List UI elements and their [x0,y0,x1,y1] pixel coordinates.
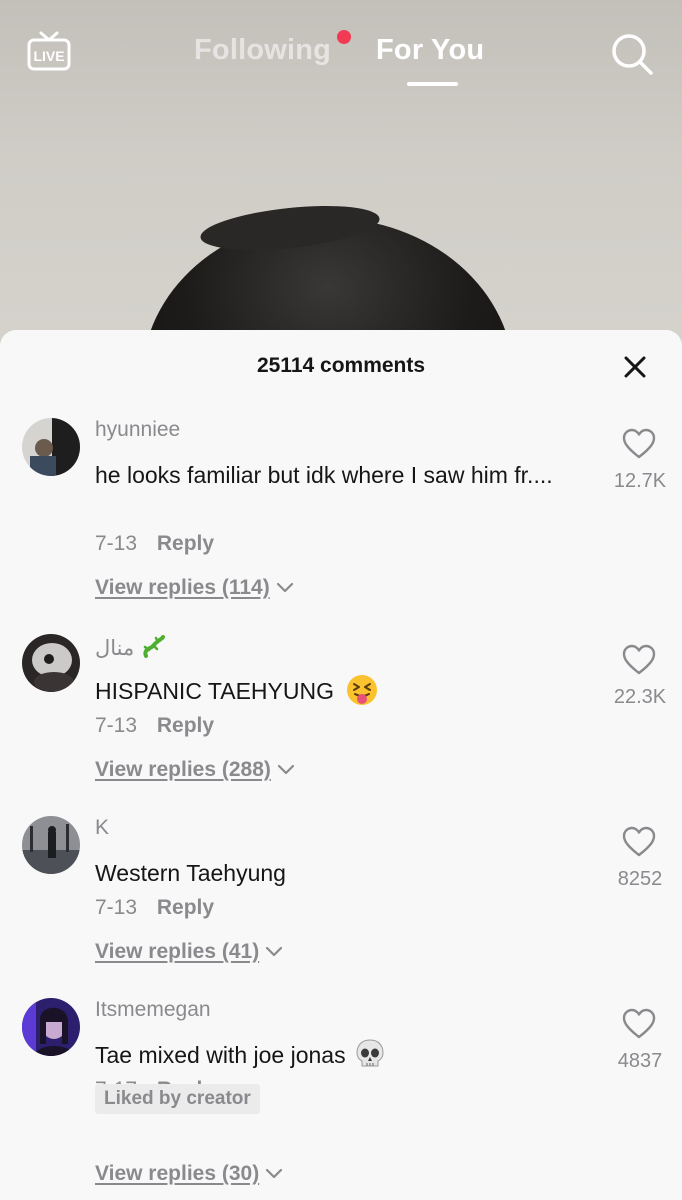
heart-icon[interactable] [622,428,656,460]
squinting-face-with-tongue-icon [347,675,378,705]
comment-meta: 7-13 Reply [95,896,214,920]
comment-date: 7-13 [95,532,138,555]
comment-date: 7-13 [95,896,138,919]
like-count: 22.3K [613,686,667,708]
comment-username[interactable]: Itsmemegan [95,998,211,1022]
view-replies-link[interactable]: View replies (30) [95,1162,283,1186]
avatar[interactable] [22,816,80,874]
like-count: 4837 [617,1050,663,1072]
comment-username[interactable]: K [95,816,109,840]
search-icon[interactable] [608,30,656,78]
comment-meta: 7-13 Reply [95,532,214,556]
comments-count-title: 25114 comments [256,354,426,377]
tiktok-screen: LIVE Following For You 25114 comments hy… [0,0,682,1200]
avatar[interactable] [22,418,80,476]
lizard-emoji-icon [143,635,166,658]
chevron-down-icon [277,765,294,775]
skull-emoji-icon [356,1039,384,1067]
view-replies-link[interactable]: View replies (41) [95,940,283,964]
live-label: LIVE [33,48,64,64]
view-replies-link[interactable]: View replies (114) [95,576,294,600]
reply-button[interactable]: Reply [157,532,214,555]
view-replies-label: View replies (41) [95,940,260,963]
heart-icon[interactable] [622,644,656,676]
tab-following[interactable]: Following [194,34,331,67]
chevron-down-icon [266,947,283,957]
tab-for-you[interactable]: For You [376,34,484,67]
view-replies-label: View replies (114) [95,576,270,599]
close-icon[interactable] [620,352,650,382]
top-bar: LIVE Following For You [0,0,682,110]
chevron-down-icon [276,583,293,593]
comment-text: Western Taehyung [95,860,286,886]
comment-meta: 7-13 Reply [95,714,214,738]
active-tab-underline [407,82,458,86]
reply-button[interactable]: Reply [157,896,214,919]
username-text: منال [95,637,135,660]
comment-username[interactable]: منال [95,634,166,661]
reply-button[interactable]: Reply [157,714,214,737]
like-count: 12.7K [613,470,667,492]
avatar[interactable] [22,998,80,1056]
like-count: 8252 [617,868,663,890]
view-replies-label: View replies (30) [95,1162,260,1185]
comment-username[interactable]: hyunniee [95,418,180,442]
comment-text: HISPANIC TAEHYUNG [95,672,595,710]
comment-date: 7-13 [95,714,138,737]
view-replies-label: View replies (288) [95,758,271,781]
comment-text-content: Tae mixed with joe jonas [95,1042,346,1068]
chevron-down-icon [266,1169,283,1179]
live-icon[interactable]: LIVE [26,28,72,72]
comment-text-content: HISPANIC TAEHYUNG [95,678,334,704]
notification-dot [337,30,351,44]
comment-text: Tae mixed with joe jonas [95,1036,595,1074]
view-replies-link[interactable]: View replies (288) [95,758,295,782]
avatar[interactable] [22,634,80,692]
heart-icon[interactable] [622,1008,656,1040]
liked-by-creator-badge: Liked by creator [95,1084,260,1114]
comment-text: he looks familiar but idk where I saw hi… [95,462,553,488]
heart-icon[interactable] [622,826,656,858]
